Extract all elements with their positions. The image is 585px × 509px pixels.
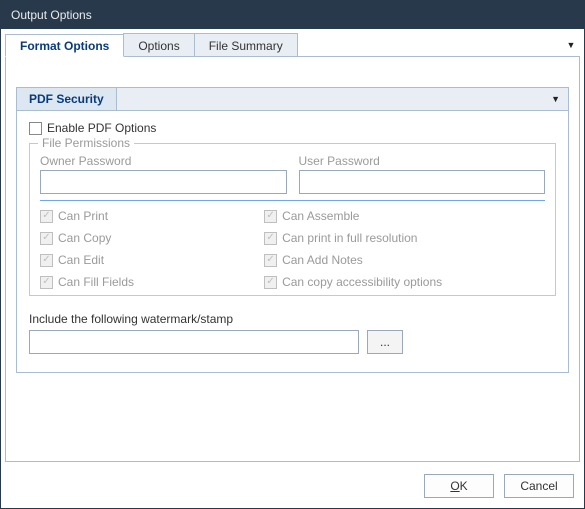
user-password-input[interactable] bbox=[299, 170, 546, 194]
checkbox-icon: ✓ bbox=[264, 254, 277, 267]
checkbox-icon: ✓ bbox=[40, 210, 53, 223]
section-tab-pdf-security[interactable]: PDF Security bbox=[16, 87, 117, 110]
perm-label: Can print in full resolution bbox=[282, 231, 417, 245]
ok-button[interactable]: OK bbox=[424, 474, 494, 498]
owner-password-input[interactable] bbox=[40, 170, 287, 194]
perm-can-fill-fields: ✓ Can Fill Fields bbox=[40, 275, 256, 289]
section-body: Enable PDF Options File Permissions Owne… bbox=[16, 111, 569, 373]
enable-pdf-options-checkbox[interactable] bbox=[29, 122, 42, 135]
perm-label: Can Assemble bbox=[282, 209, 359, 223]
ok-label: OK bbox=[450, 479, 467, 493]
user-password-col: User Password bbox=[299, 154, 546, 194]
perm-label: Can Fill Fields bbox=[58, 275, 134, 289]
perm-label: Can Copy bbox=[58, 231, 111, 245]
tab-label: Format Options bbox=[20, 39, 109, 53]
window-body: Format Options Options File Summary ▼ PD… bbox=[1, 29, 584, 466]
perm-label: Can Edit bbox=[58, 253, 104, 267]
watermark-input[interactable] bbox=[29, 330, 359, 354]
watermark-label: Include the following watermark/stamp bbox=[29, 312, 556, 326]
perm-label: Can Add Notes bbox=[282, 253, 363, 267]
perm-label: Can Print bbox=[58, 209, 108, 223]
footer: OK Cancel bbox=[1, 466, 584, 508]
output-options-window: Output Options Format Options Options Fi… bbox=[0, 0, 585, 509]
tab-label: Options bbox=[138, 39, 179, 53]
watermark-browse-button[interactable]: ... bbox=[367, 330, 403, 354]
checkbox-icon: ✓ bbox=[264, 232, 277, 245]
divider bbox=[40, 200, 545, 201]
password-row: Owner Password User Password bbox=[40, 154, 545, 194]
perm-can-copy-accessibility: ✓ Can copy accessibility options bbox=[264, 275, 545, 289]
checkbox-icon: ✓ bbox=[40, 254, 53, 267]
perm-can-copy: ✓ Can Copy bbox=[40, 231, 256, 245]
tab-content: PDF Security ▼ Enable PDF Options File P… bbox=[5, 57, 580, 462]
checkbox-icon: ✓ bbox=[40, 276, 53, 289]
watermark-row: ... bbox=[29, 330, 556, 354]
tab-format-options[interactable]: Format Options bbox=[5, 34, 124, 57]
owner-password-label: Owner Password bbox=[40, 154, 287, 168]
user-password-label: User Password bbox=[299, 154, 546, 168]
file-permissions-legend: File Permissions bbox=[38, 136, 134, 150]
perm-label: Can copy accessibility options bbox=[282, 275, 442, 289]
cancel-button[interactable]: Cancel bbox=[504, 474, 574, 498]
enable-pdf-options-row[interactable]: Enable PDF Options bbox=[29, 121, 556, 135]
main-tabs: Format Options Options File Summary ▼ bbox=[5, 33, 580, 57]
cancel-label: Cancel bbox=[520, 479, 557, 493]
owner-password-col: Owner Password bbox=[40, 154, 287, 194]
permissions-grid: ✓ Can Print ✓ Can Assemble ✓ Can Copy bbox=[40, 209, 545, 289]
checkbox-icon: ✓ bbox=[40, 232, 53, 245]
enable-pdf-options-label: Enable PDF Options bbox=[47, 121, 156, 135]
tab-file-summary[interactable]: File Summary bbox=[194, 33, 298, 56]
section-header: PDF Security ▼ bbox=[16, 87, 569, 111]
perm-can-edit: ✓ Can Edit bbox=[40, 253, 256, 267]
perm-can-add-notes: ✓ Can Add Notes bbox=[264, 253, 545, 267]
section-title: PDF Security bbox=[29, 92, 104, 106]
tabs-expand-icon[interactable]: ▼ bbox=[562, 33, 580, 56]
section-expand-icon[interactable]: ▼ bbox=[117, 87, 569, 110]
tab-label: File Summary bbox=[209, 39, 283, 53]
ellipsis-icon: ... bbox=[380, 335, 390, 349]
perm-can-print: ✓ Can Print bbox=[40, 209, 256, 223]
perm-can-assemble: ✓ Can Assemble bbox=[264, 209, 545, 223]
file-permissions-fieldset: File Permissions Owner Password User Pas… bbox=[29, 143, 556, 296]
tab-options[interactable]: Options bbox=[123, 33, 194, 56]
checkbox-icon: ✓ bbox=[264, 276, 277, 289]
window-title: Output Options bbox=[11, 8, 92, 22]
perm-can-print-full: ✓ Can print in full resolution bbox=[264, 231, 545, 245]
titlebar: Output Options bbox=[1, 1, 584, 29]
checkbox-icon: ✓ bbox=[264, 210, 277, 223]
